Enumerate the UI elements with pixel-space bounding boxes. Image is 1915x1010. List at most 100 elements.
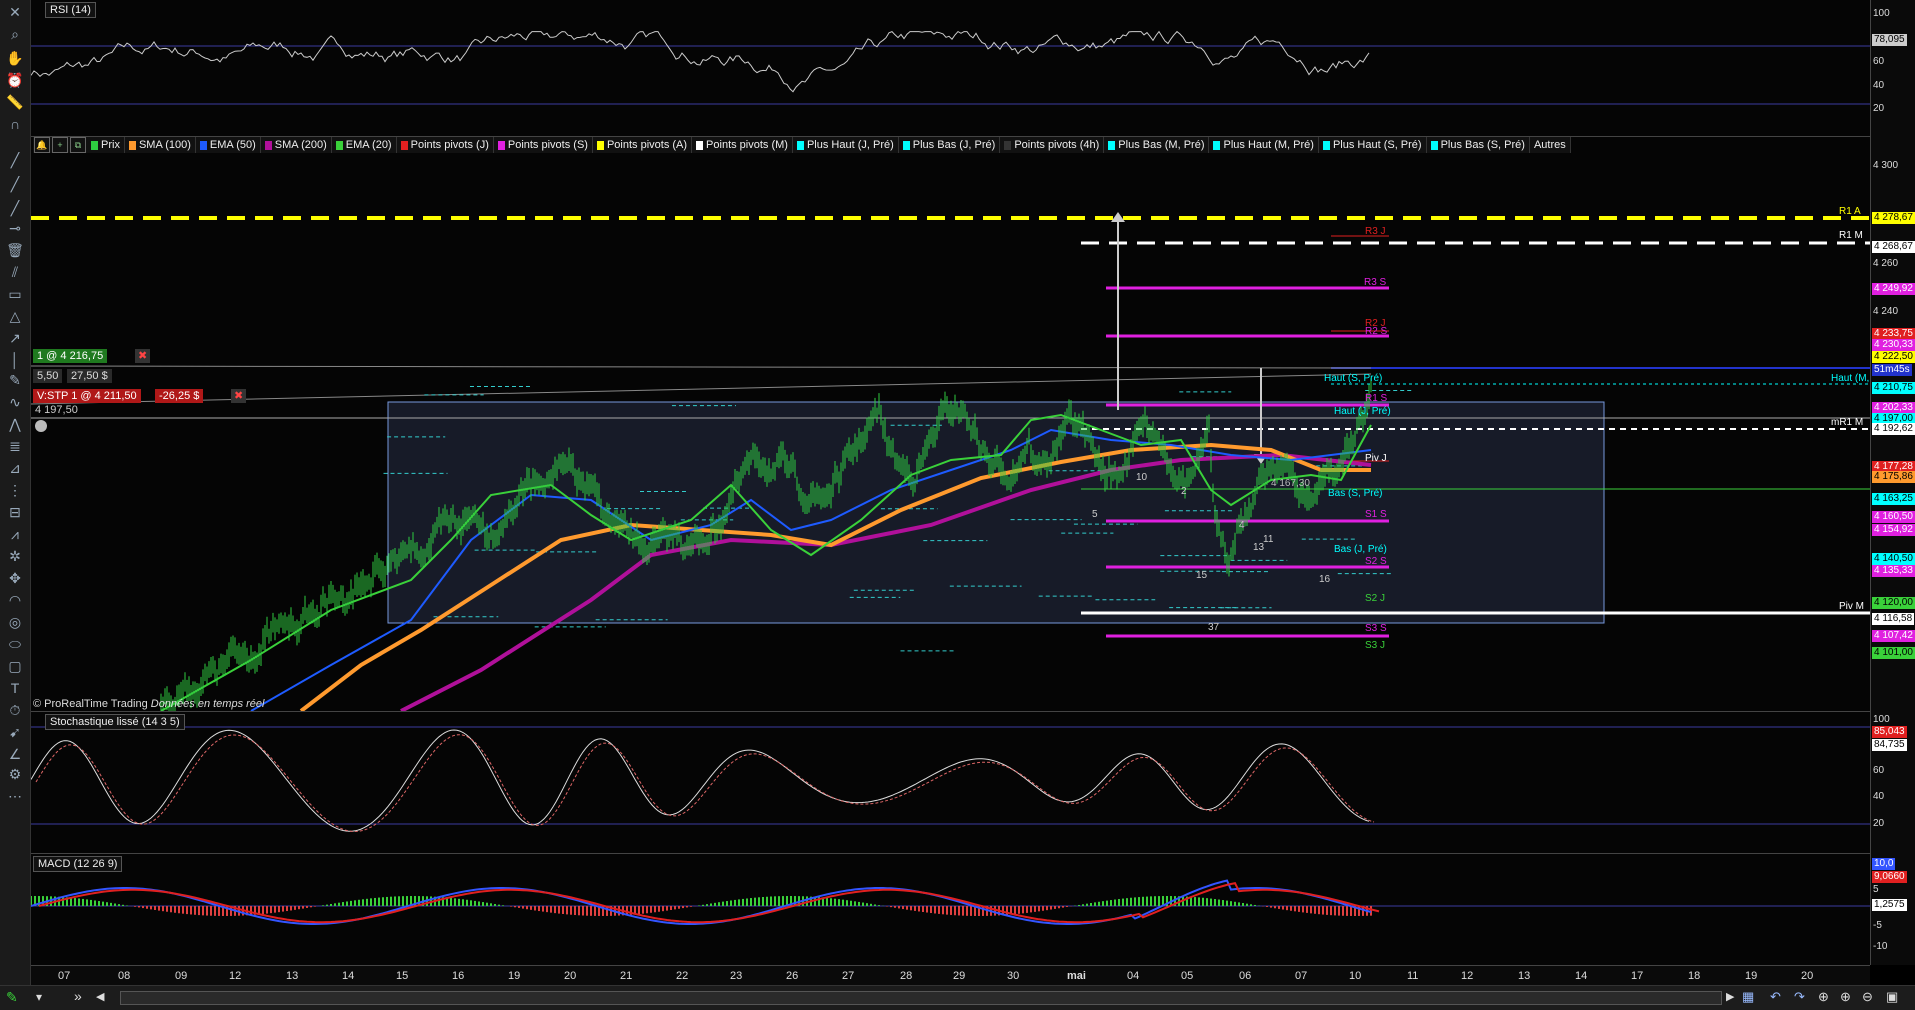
signal-marker[interactable]: 37 — [1208, 622, 1219, 633]
stop-order-tag[interactable]: V:STP 1 @ 4 211,50 — [33, 389, 141, 403]
horizontal-scrollbar[interactable] — [120, 991, 1722, 1005]
magnet-icon[interactable]: ∩ — [4, 114, 26, 134]
zigzag-icon[interactable]: ⩘ — [4, 524, 26, 544]
legend-item[interactable]: Plus Bas (S, Pré) — [1427, 137, 1530, 153]
draw-mode-icon[interactable]: ✎ — [6, 989, 18, 1006]
legend-item[interactable]: Plus Bas (J, Pré) — [899, 137, 1001, 153]
level-label-r1s: R1 S — [1365, 393, 1388, 404]
fib-fan-icon[interactable]: ⊿ — [4, 458, 26, 478]
arc-icon[interactable]: ◠ — [4, 590, 26, 610]
hand-icon[interactable]: ✋ — [4, 48, 26, 68]
scroll-start-icon[interactable]: » — [74, 988, 82, 1004]
legend-swatch — [596, 140, 604, 150]
legend-item[interactable]: SMA (100) — [125, 137, 196, 153]
line-tool-icon[interactable]: ╱ — [4, 150, 26, 170]
macd-pane[interactable]: MACD (12 26 9) — [30, 854, 1870, 966]
pointer-icon[interactable]: ↗ — [4, 328, 26, 348]
time-icon[interactable]: ⏱ — [4, 700, 26, 720]
channel-icon[interactable]: ⫽ — [4, 262, 26, 282]
chart-area[interactable]: RSI (14) Stochastique lissé (14 3 5) MAC… — [30, 0, 1891, 966]
scroll-right-icon[interactable]: ▶ — [1726, 990, 1734, 1003]
price-pane[interactable] — [30, 137, 1870, 719]
logo-icon[interactable]: ✕ — [4, 2, 26, 22]
pencil-icon[interactable]: ✎ — [4, 370, 26, 390]
legend-item[interactable]: Plus Bas (M, Pré) — [1104, 137, 1210, 153]
buy-order-tag[interactable]: 1 @ 4 216,75 — [33, 349, 108, 363]
signal-marker[interactable]: 5 — [1092, 509, 1098, 520]
legend-item[interactable]: EMA (20) — [332, 137, 397, 153]
signal-marker[interactable]: 10 — [1136, 472, 1147, 483]
rectangle-icon[interactable]: ▭ — [4, 284, 26, 304]
rsi-pane[interactable]: RSI (14) — [30, 0, 1870, 137]
legend-item[interactable]: Points pivots (M) — [692, 137, 793, 153]
gann-icon[interactable]: ✲ — [4, 546, 26, 566]
close-stop-order-icon[interactable]: ✖ — [231, 389, 247, 403]
legend-label: Points pivots (J) — [410, 139, 489, 151]
legend-item[interactable]: Points pivots (4h) — [1000, 137, 1105, 153]
zoom-in-icon[interactable]: ⊕ — [1840, 989, 1851, 1005]
legend-item[interactable]: Points pivots (J) — [397, 137, 494, 153]
arrow-icon[interactable]: ➹ — [4, 722, 26, 742]
level-label-r1a: R1 A — [1839, 206, 1861, 217]
legend-item[interactable]: Points pivots (S) — [494, 137, 593, 153]
close-buy-order-icon[interactable]: ✖ — [135, 349, 151, 363]
legend-item[interactable]: Points pivots (A) — [593, 137, 693, 153]
signal-marker[interactable]: 4 — [1239, 520, 1245, 531]
signal-marker[interactable]: 11 — [1263, 534, 1273, 545]
fib-time-icon[interactable]: ⋮ — [4, 480, 26, 500]
cross-icon[interactable]: ✥ — [4, 568, 26, 588]
scroll-left-icon[interactable]: ◀ — [96, 990, 104, 1003]
more-icon[interactable]: ⋯ — [4, 786, 26, 806]
legend-item[interactable]: EMA (50) — [196, 137, 261, 153]
legend-item[interactable]: Plus Haut (J, Pré) — [793, 137, 899, 153]
legend-item[interactable]: SMA (200) — [261, 137, 332, 153]
grid-icon[interactable]: ▣ — [1886, 989, 1898, 1005]
dropdown-icon[interactable]: ▾ — [36, 990, 42, 1004]
text-icon[interactable]: T — [4, 678, 26, 698]
axis-label: 4 278,67 — [1872, 212, 1915, 224]
wave-icon[interactable]: ∿ — [4, 392, 26, 412]
redo-icon[interactable]: ↷ — [1794, 989, 1805, 1005]
alarm-icon[interactable]: ⏰ — [4, 70, 26, 90]
angle-icon[interactable]: ∠ — [4, 744, 26, 764]
legend-item[interactable]: Autres — [1530, 137, 1571, 153]
level-label-piv_j: Piv J — [1365, 453, 1387, 464]
signal-marker[interactable]: 2 — [1181, 486, 1187, 497]
legend-item[interactable]: Prix — [87, 137, 125, 153]
circle-icon[interactable]: ◎ — [4, 612, 26, 632]
ray-icon[interactable]: ⊸ — [4, 218, 26, 238]
green-line-icon[interactable]: ╱ — [4, 174, 26, 194]
text-box-icon[interactable]: ▢ — [4, 656, 26, 676]
legend-item[interactable]: Plus Haut (S, Pré) — [1319, 137, 1427, 153]
add-indicator-icon[interactable]: + — [52, 137, 68, 153]
indicator-settings-icon[interactable]: ⧉ — [70, 137, 86, 153]
triangle-icon[interactable]: △ — [4, 306, 26, 326]
axis-label: -5 — [1873, 920, 1882, 931]
signal-marker[interactable]: 15 — [1196, 570, 1207, 581]
time-axis[interactable]: 07 08 09 12 13 14 15 16 19 20 21 22 23 26 27 28 29 30 mai 0… — [31, 965, 1870, 986]
ruler-icon[interactable]: 📏 — [4, 92, 26, 112]
zoom-icon[interactable]: ⌕ — [4, 24, 26, 44]
red-line-icon[interactable]: ╱ — [4, 198, 26, 218]
zoom-fit-icon[interactable]: ⊕ — [1818, 989, 1829, 1005]
axis-label: 20 — [1873, 103, 1885, 114]
axis-label: 9,0660 — [1872, 871, 1907, 883]
level-label-mr1m: mR1 M — [1831, 417, 1864, 428]
ellipse-icon[interactable]: ⬭ — [4, 634, 26, 654]
zoom-out-icon[interactable]: ⊖ — [1862, 989, 1873, 1005]
stochastic-pane[interactable]: Stochastique lissé (14 3 5) — [30, 712, 1870, 854]
price-axis[interactable]: 100 78,095 60 40 20 4 300 4 278,67 4 268,67 4 26… — [1870, 0, 1915, 965]
signal-marker[interactable]: 16 — [1319, 574, 1330, 585]
vertical-line-icon[interactable]: │ — [4, 350, 26, 370]
undo-icon[interactable]: ↶ — [1770, 989, 1781, 1005]
pattern-icon[interactable]: ⋀ — [4, 414, 26, 434]
macd-label: MACD (12 26 9) — [33, 856, 123, 872]
settings-icon[interactable]: ⚙ — [4, 764, 26, 784]
lock-icon[interactable] — [35, 420, 47, 432]
calendar-icon[interactable]: ▦ — [1742, 989, 1754, 1005]
legend-item[interactable]: Plus Haut (M, Pré) — [1209, 137, 1319, 153]
fibonacci-icon[interactable]: ≣ — [4, 436, 26, 456]
fib-ext-icon[interactable]: ⊟ — [4, 502, 26, 522]
bell-icon[interactable]: 🔔 — [34, 137, 50, 153]
trash-icon[interactable]: 🗑 — [4, 240, 26, 260]
